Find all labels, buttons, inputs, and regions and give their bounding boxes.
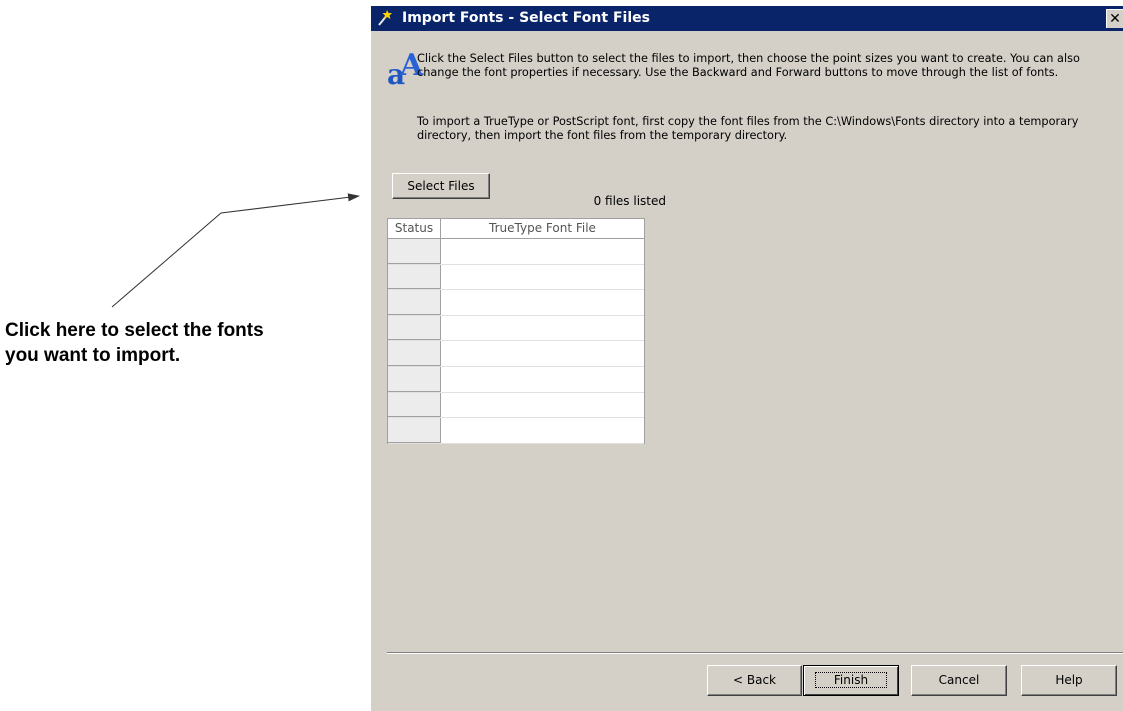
- row-header[interactable]: [388, 290, 441, 315]
- table-row[interactable]: [388, 264, 644, 291]
- row-header[interactable]: [388, 264, 441, 290]
- row-header[interactable]: [388, 315, 441, 341]
- dialog-title: Import Fonts - Select Font Files: [402, 10, 650, 26]
- callout-text: Click here to select the fonts you want …: [5, 320, 264, 366]
- button-separator: [387, 652, 1123, 654]
- table-row[interactable]: [388, 367, 644, 393]
- import-fonts-dialog: Import Fonts - Select Font Files ✕ aA Cl…: [371, 6, 1123, 711]
- row-header[interactable]: [388, 418, 441, 443]
- table-row[interactable]: [388, 315, 644, 342]
- font-files-table[interactable]: Status TrueType Font File: [387, 218, 645, 444]
- column-header-status[interactable]: Status: [388, 219, 441, 238]
- back-button[interactable]: < Back: [707, 665, 802, 696]
- table-row[interactable]: [388, 239, 644, 265]
- row-header[interactable]: [388, 392, 441, 418]
- table-row[interactable]: [388, 418, 644, 444]
- table-row[interactable]: [388, 290, 644, 316]
- table-row[interactable]: [388, 392, 644, 419]
- files-count-label: 0 files listed: [593, 194, 666, 208]
- close-button[interactable]: ✕: [1106, 9, 1123, 28]
- cancel-button[interactable]: Cancel: [911, 665, 1007, 696]
- help-button[interactable]: Help: [1021, 665, 1117, 696]
- title-bar[interactable]: Import Fonts - Select Font Files ✕: [371, 6, 1123, 31]
- row-header[interactable]: [388, 239, 441, 264]
- select-files-button[interactable]: Select Files: [392, 173, 490, 199]
- instructions-note: To import a TrueType or PostScript font,…: [417, 115, 1079, 142]
- wizard-wand-icon: [378, 10, 392, 26]
- column-header-font-file[interactable]: TrueType Font File: [441, 219, 644, 238]
- finish-button[interactable]: Finish: [803, 665, 899, 696]
- instructions-text: Click the Select Files button to select …: [417, 52, 1080, 79]
- row-header[interactable]: [388, 367, 441, 392]
- table-header: Status TrueType Font File: [388, 219, 644, 239]
- finish-button-label: Finish: [814, 672, 888, 688]
- table-row[interactable]: [388, 341, 644, 367]
- row-header[interactable]: [388, 341, 441, 366]
